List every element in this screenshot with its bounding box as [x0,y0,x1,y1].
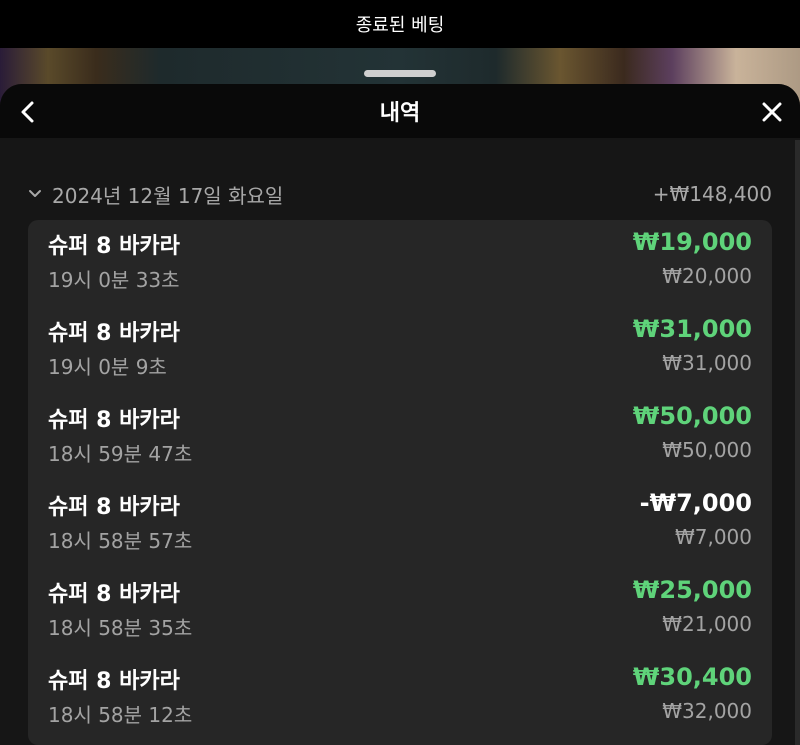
game-name: 슈퍼 8 바카라 [48,234,180,259]
date-label: 2024년 12월 17일 화요일 [52,183,284,208]
bet-time: 18시 58분 35초 [48,616,193,640]
chevron-down-icon [29,190,41,197]
sheet-title: 내역 [379,101,421,126]
bet-time: 19시 0분 33초 [48,268,180,292]
bet-stake: ₩21,000 [662,612,752,636]
drag-handle[interactable] [364,70,436,77]
bet-result: ₩50,000 [632,402,752,430]
bet-time: 18시 58분 12초 [48,703,193,727]
top-bar-title: 종료된 베팅 [355,15,445,36]
bet-entry[interactable]: 슈퍼 8 바카라 18시 58분 12초 ₩30,400 ₩32,000 [48,655,752,741]
game-name: 슈퍼 8 바카라 [48,408,180,433]
history-sheet: 내역 2024년 12월 17일 화요일 +₩148,400 슈퍼 8 바카라 … [0,84,800,745]
bet-stake: ₩7,000 [674,525,752,549]
game-name: 슈퍼 8 바카라 [48,669,180,694]
game-name: 슈퍼 8 바카라 [48,321,180,346]
bet-time: 18시 58분 57초 [48,529,193,553]
bet-stake: ₩32,000 [662,699,752,723]
close-icon [762,102,782,122]
bet-entry[interactable]: 슈퍼 8 바카라 18시 58분 35초 ₩25,000 ₩21,000 [48,568,752,654]
bet-time: 18시 59분 47초 [48,442,193,466]
bet-result: -₩7,000 [639,489,752,517]
close-button[interactable] [752,92,792,132]
chevron-left-icon [21,101,34,123]
date-group-header[interactable]: 2024년 12월 17일 화요일 +₩148,400 [28,176,772,212]
bet-time: 19시 0분 9초 [48,355,167,379]
game-name: 슈퍼 8 바카라 [48,582,180,607]
back-button[interactable] [8,92,48,132]
top-bar: 종료된 베팅 [0,0,800,48]
bet-entry[interactable]: 슈퍼 8 바카라 19시 0분 33초 ₩19,000 ₩20,000 [48,220,752,306]
bet-result: ₩19,000 [632,228,752,256]
game-name: 슈퍼 8 바카라 [48,495,180,520]
bet-stake: ₩20,000 [662,264,752,288]
date-total: +₩148,400 [652,182,772,206]
scrollbar[interactable] [795,140,800,745]
bet-stake: ₩31,000 [662,351,752,375]
bet-entry[interactable]: 슈퍼 8 바카라 19시 0분 9초 ₩31,000 ₩31,000 [48,307,752,393]
bet-entry[interactable]: 슈퍼 8 바카라 18시 59분 47초 ₩50,000 ₩50,000 [48,394,752,480]
sheet-header: 내역 [0,84,800,138]
bet-entry[interactable]: 슈퍼 8 바카라 18시 58분 57초 -₩7,000 ₩7,000 [48,481,752,567]
bet-stake: ₩50,000 [662,438,752,462]
bet-list: 슈퍼 8 바카라 19시 0분 33초 ₩19,000 ₩20,000 슈퍼 8… [28,220,772,745]
bet-result: ₩31,000 [632,315,752,343]
bet-result: ₩25,000 [632,576,752,604]
bet-result: ₩30,400 [632,663,752,691]
